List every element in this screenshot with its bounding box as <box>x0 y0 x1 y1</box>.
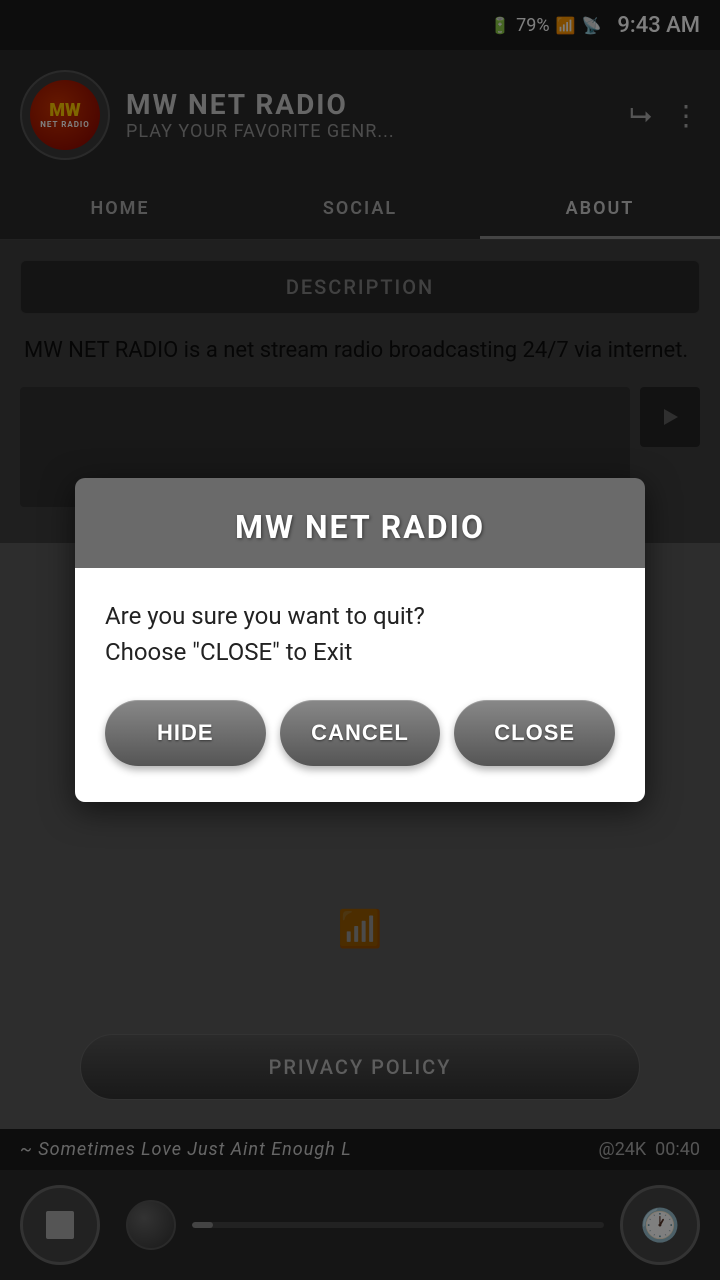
dialog-message: Are you sure you want to quit?Choose "CL… <box>105 598 615 670</box>
quit-dialog: MW NET RADIO Are you sure you want to qu… <box>75 478 645 802</box>
dialog-title: MW NET RADIO <box>95 508 625 546</box>
cancel-button[interactable]: CANCEL <box>280 700 441 766</box>
dialog-overlay: MW NET RADIO Are you sure you want to qu… <box>0 0 720 1280</box>
dialog-header: MW NET RADIO <box>75 478 645 568</box>
close-button[interactable]: CLOSE <box>454 700 615 766</box>
dialog-buttons: HIDE CANCEL CLOSE <box>105 700 615 766</box>
hide-button[interactable]: HIDE <box>105 700 266 766</box>
dialog-body: Are you sure you want to quit?Choose "CL… <box>75 568 645 802</box>
